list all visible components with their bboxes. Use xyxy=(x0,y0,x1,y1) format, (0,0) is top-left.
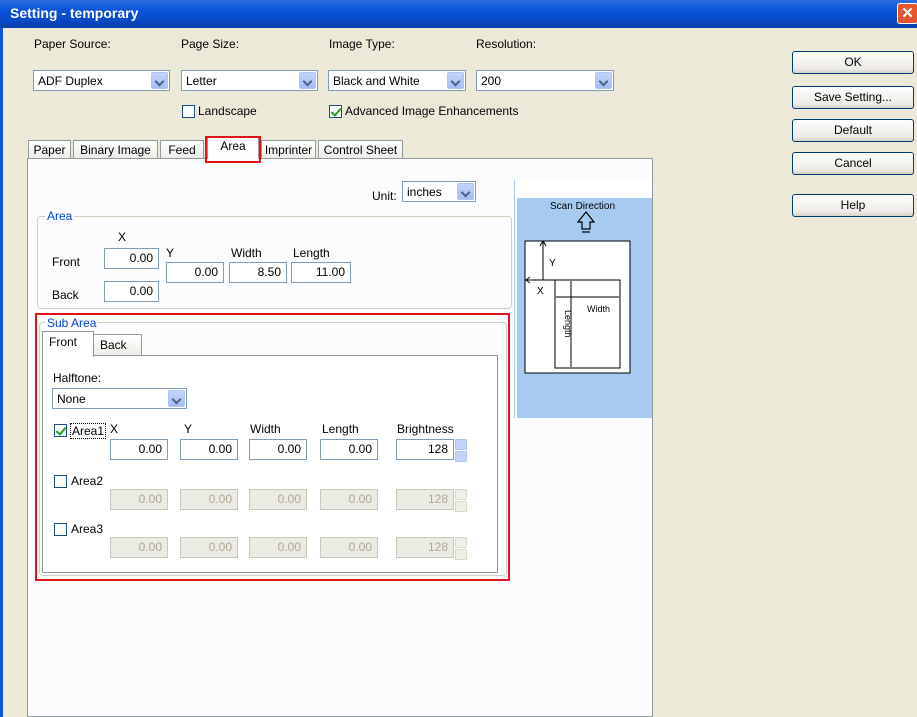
chevron-down-icon[interactable] xyxy=(151,72,168,89)
area3-y-field[interactable]: 0.00 xyxy=(180,537,238,558)
scan-direction-label: Scan Direction xyxy=(550,201,615,212)
area2-width-field[interactable]: 0.00 xyxy=(249,489,307,510)
halftone-select[interactable]: None xyxy=(52,388,187,409)
tab-binary-image[interactable]: Binary Image xyxy=(73,140,158,159)
landscape-label: Landscape xyxy=(198,104,257,118)
page-size-value: Letter xyxy=(186,74,217,88)
paper-source-label: Paper Source: xyxy=(34,37,111,51)
paper-source-select[interactable]: ADF Duplex xyxy=(33,70,170,91)
page-size-select[interactable]: Letter xyxy=(181,70,318,91)
col-width-label: Width xyxy=(250,422,281,436)
area3-brightness-spinner[interactable] xyxy=(455,537,467,560)
area2-y-field[interactable]: 0.00 xyxy=(180,489,238,510)
enhancements-checkbox[interactable] xyxy=(329,105,342,118)
area-front-x-field[interactable]: 0.00 xyxy=(104,248,159,269)
close-button[interactable]: ✕ xyxy=(897,3,917,24)
area1-y-field[interactable]: 0.00 xyxy=(180,439,238,460)
resolution-select[interactable]: 200 xyxy=(476,70,614,91)
save-setting-button[interactable]: Save Setting... xyxy=(792,86,914,109)
area-x-label: X xyxy=(118,230,127,244)
col-length-label: Length xyxy=(322,422,359,436)
area1-length-field[interactable]: 0.00 xyxy=(320,439,378,460)
resolution-label: Resolution: xyxy=(476,37,537,51)
area3-brightness-field[interactable]: 128 xyxy=(396,537,454,558)
diagram-x-label: X xyxy=(537,286,544,297)
area-width-field[interactable]: 8.50 xyxy=(229,262,287,283)
tab-paper[interactable]: Paper xyxy=(28,140,71,159)
area1-x-field[interactable]: 0.00 xyxy=(110,439,168,460)
image-type-value: Black and White xyxy=(333,74,420,88)
chevron-down-icon[interactable] xyxy=(168,390,185,407)
area-y-label: Y xyxy=(166,246,175,260)
image-type-label: Image Type: xyxy=(329,37,395,51)
cancel-button[interactable]: Cancel xyxy=(792,152,914,175)
area1-width-field[interactable]: 0.00 xyxy=(249,439,307,460)
chevron-down-icon[interactable] xyxy=(299,72,316,89)
area-width-label: Width xyxy=(231,246,262,260)
area2-length-field[interactable]: 0.00 xyxy=(320,489,378,510)
unit-value: inches xyxy=(407,185,442,199)
area-preview: Scan Direction Y X Width Length xyxy=(514,180,652,418)
ok-button[interactable]: OK xyxy=(792,51,914,74)
diagram-width-label: Width xyxy=(587,304,610,314)
subtab-front[interactable]: Front xyxy=(42,331,94,357)
unit-label: Unit: xyxy=(372,189,397,203)
chevron-down-icon[interactable] xyxy=(447,72,464,89)
default-button[interactable]: Default xyxy=(792,119,914,142)
landscape-checkbox[interactable] xyxy=(182,105,195,118)
diagram-length-label: Length xyxy=(563,310,573,338)
chevron-down-icon[interactable] xyxy=(595,72,612,89)
area1-brightness-spinner[interactable] xyxy=(455,439,467,462)
diagram-y-label: Y xyxy=(549,258,556,269)
image-type-select[interactable]: Black and White xyxy=(328,70,466,91)
tab-control-sheet[interactable]: Control Sheet xyxy=(318,140,403,159)
area2-brightness-spinner[interactable] xyxy=(455,489,467,512)
page-diagram: Scan Direction Y X Width Length xyxy=(517,198,652,418)
area-front-label: Front xyxy=(52,255,81,269)
window-frame xyxy=(0,28,3,717)
area-y-field[interactable]: 0.00 xyxy=(166,262,224,283)
area1-checkbox[interactable] xyxy=(54,424,67,437)
area-back-x-field[interactable]: 0.00 xyxy=(104,281,159,302)
help-button[interactable]: Help xyxy=(792,194,914,217)
area-length-field[interactable]: 11.00 xyxy=(291,262,351,283)
sub-area-title: Sub Area xyxy=(45,316,99,330)
area3-length-field[interactable]: 0.00 xyxy=(320,537,378,558)
area3-label: Area3 xyxy=(71,522,104,536)
area-group-title: Area xyxy=(45,209,75,223)
subtab-back[interactable]: Back xyxy=(93,334,142,356)
col-brightness-label: Brightness xyxy=(397,422,454,436)
area-back-label: Back xyxy=(52,288,79,302)
enhancements-label: Advanced Image Enhancements xyxy=(345,104,519,118)
paper-source-value: ADF Duplex xyxy=(38,74,103,88)
area2-x-field[interactable]: 0.00 xyxy=(110,489,168,510)
chevron-down-icon[interactable] xyxy=(457,183,474,200)
halftone-label: Halftone: xyxy=(53,371,102,385)
area-length-label: Length xyxy=(293,246,330,260)
unit-select[interactable]: inches xyxy=(402,181,476,202)
area3-checkbox[interactable] xyxy=(54,523,67,536)
area1-label: Area1 xyxy=(70,423,107,439)
area1-brightness-field[interactable]: 128 xyxy=(396,439,454,460)
window-title: Setting - temporary xyxy=(10,5,139,21)
area2-brightness-field[interactable]: 128 xyxy=(396,489,454,510)
col-y-label: Y xyxy=(184,422,193,436)
title-bar: Setting - temporary ✕ xyxy=(0,0,917,28)
col-x-label: X xyxy=(110,422,119,436)
resolution-value: 200 xyxy=(481,74,502,88)
halftone-value: None xyxy=(57,392,86,406)
area-tab-highlight xyxy=(205,136,261,163)
tab-feed[interactable]: Feed xyxy=(160,140,204,159)
area2-label: Area2 xyxy=(71,474,104,488)
area3-x-field[interactable]: 0.00 xyxy=(110,537,168,558)
area3-width-field[interactable]: 0.00 xyxy=(249,537,307,558)
area2-checkbox[interactable] xyxy=(54,475,67,488)
tab-imprinter[interactable]: Imprinter xyxy=(261,140,316,159)
page-size-label: Page Size: xyxy=(181,37,240,51)
